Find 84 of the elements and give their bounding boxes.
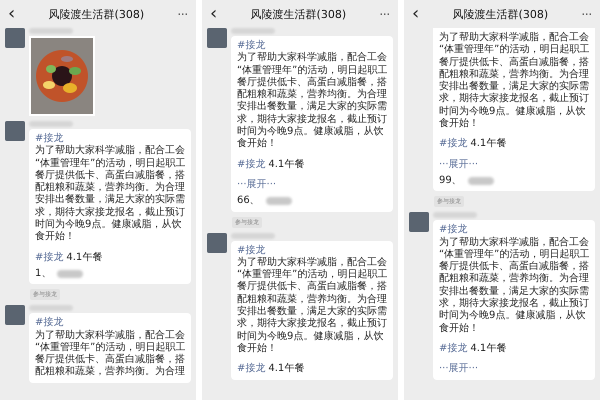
message-text: 时间为今晚9点。健康减脂，从饮: [237, 330, 384, 343]
chat-title: 风陵渡生活群(308): [48, 6, 144, 22]
message-text: 时间为今晚9点。健康减脂，从饮: [35, 219, 182, 231]
message-text: 为了帮助大家科学减脂，配合工会: [237, 52, 387, 64]
message-text: 时间为今晚9点。健康减脂，从饮: [237, 126, 384, 138]
message-text: 求，期待大家接龙报名，截止预订: [439, 93, 589, 106]
hashtag-link[interactable]: #接龙: [237, 363, 266, 376]
message-text: 餐厅提供低卡、高蛋白减脂餐，搭: [237, 281, 387, 294]
message-text: 安排出餐数量，满足大家的实际需: [237, 101, 387, 114]
message-text: 食开始！: [439, 322, 480, 335]
topic-text: 4.1午餐: [268, 158, 304, 171]
hashtag-link[interactable]: #接龙: [237, 244, 266, 256]
message-text: 餐厅提供低卡、高蛋白减脂餐，搭: [439, 261, 589, 272]
message-text: 时间为今晚9点。健康减脂，从饮: [439, 310, 586, 323]
entry-number: 99、: [439, 174, 462, 188]
message-text: 配粗粮和蔬菜，营养均衡。为合理: [237, 89, 387, 100]
blurred-name: [468, 177, 494, 186]
message-text: 求，期待大家接龙报名，截止预订: [35, 206, 185, 218]
topic-text: 4.1午餐: [66, 252, 102, 264]
topic-text: 4.1午餐: [268, 363, 304, 376]
message-text: 餐厅提供低卡、高蛋白减脂餐，搭: [35, 170, 185, 182]
hashtag-link[interactable]: #接龙: [237, 158, 266, 171]
message-text: 求，期待大家接龙报名，截止预订: [237, 318, 387, 330]
back-button[interactable]: ‹: [210, 5, 218, 23]
blurred-name: [433, 212, 477, 218]
message-text: 配粗粮和蔬菜，营养均衡。为合理: [439, 68, 589, 80]
message-text: 安排出餐数量，满足大家的实际需: [237, 306, 387, 318]
avatar-photo[interactable]: [5, 305, 25, 326]
message-text: 为了帮助大家科学减脂，配合工会: [237, 256, 387, 268]
hashtag-link[interactable]: #接龙: [439, 342, 468, 356]
avatar-photo[interactable]: [409, 212, 429, 232]
hashtag-link[interactable]: #接龙: [35, 317, 64, 328]
back-button[interactable]: ‹: [8, 5, 16, 23]
topic-text: 4.1午餐: [470, 342, 506, 356]
message-text: “体重管理年”的活动，明日起职工: [35, 342, 185, 354]
message-text: 食开始！: [439, 118, 480, 130]
blurred-name: [29, 305, 73, 312]
hashtag-link[interactable]: #接龙: [439, 138, 468, 151]
message-text: 安排出餐数量，满足大家的实际需: [439, 81, 589, 92]
entry-number: 1、: [35, 268, 52, 280]
blurred-name: [57, 270, 84, 278]
message-text: 食开始！: [237, 342, 278, 356]
message-text: 求，期待大家接龙报名，截止预订: [237, 114, 387, 126]
blurred-name: [266, 197, 292, 206]
food-plate-drawing: [35, 49, 89, 103]
expand-link[interactable]: ···展开···: [237, 178, 276, 192]
message-text: 安排出餐数量，满足大家的实际需: [439, 286, 589, 298]
entry-number: 66、: [237, 195, 260, 208]
back-button[interactable]: ‹: [412, 5, 420, 23]
message-text: 食开始！: [237, 138, 278, 151]
hashtag-link[interactable]: #接龙: [237, 40, 266, 51]
message-text: 食开始！: [35, 231, 76, 244]
more-button[interactable]: ···: [177, 8, 188, 20]
more-button[interactable]: ···: [581, 8, 592, 20]
message-text: 为了帮助大家科学减脂，配合工会: [439, 32, 589, 44]
message-text: 时间为今晚9点。健康减脂，从饮: [439, 106, 586, 118]
photo-message[interactable]: [29, 36, 95, 116]
hashtag-link[interactable]: #接龙: [35, 133, 64, 144]
hashtag-link[interactable]: #接龙: [35, 252, 64, 264]
message-text: “体重管理年”的活动，明日起职工: [237, 64, 387, 76]
chat-title: 风陵渡生活群(308): [452, 6, 548, 22]
chat-title: 风陵渡生活群(308): [250, 6, 346, 22]
expand-link[interactable]: ···展开···: [439, 363, 478, 376]
message-text: 为了帮助大家科学减脂，配合工会: [35, 145, 185, 158]
message-text: “体重管理年”的活动，明日起职工: [35, 158, 185, 170]
message-text: 餐厅提供低卡、高蛋白减脂餐，搭: [237, 76, 387, 88]
message-text: “体重管理年”的活动，明日起职工: [439, 248, 589, 260]
message-text: “体重管理年”的活动，明日起职工: [237, 269, 387, 280]
message-text: 求，期待大家接龙报名，截止预订: [439, 298, 589, 310]
message-text: 配粗粮和蔬菜，营养均衡。为合理: [35, 182, 185, 194]
message-text: “体重管理年”的活动，明日起职工: [439, 44, 589, 56]
message-text: 配粗粮和蔬菜，营养均衡。为合理: [237, 294, 387, 306]
message-text: 为了帮助大家科学减脂，配合工会: [35, 330, 185, 342]
message-text: 餐厅提供低卡、高蛋白减脂餐，搭: [439, 56, 589, 68]
more-button[interactable]: ···: [379, 8, 390, 20]
message-text: 配粗粮和蔬菜，营养均衡。为合理: [35, 366, 185, 379]
message-text: 为了帮助大家科学减脂，配合工会: [439, 236, 589, 248]
message-text: 餐厅提供低卡、高蛋白减脂餐，搭: [35, 354, 185, 366]
expand-link[interactable]: ···展开···: [439, 158, 478, 171]
hashtag-link[interactable]: #接龙: [439, 224, 468, 236]
avatar-photo[interactable]: [207, 232, 227, 253]
topic-text: 4.1午餐: [470, 138, 506, 151]
message-text: 安排出餐数量，满足大家的实际需: [35, 194, 185, 206]
message-text: 配粗粮和蔬菜，营养均衡。为合理: [439, 273, 589, 286]
